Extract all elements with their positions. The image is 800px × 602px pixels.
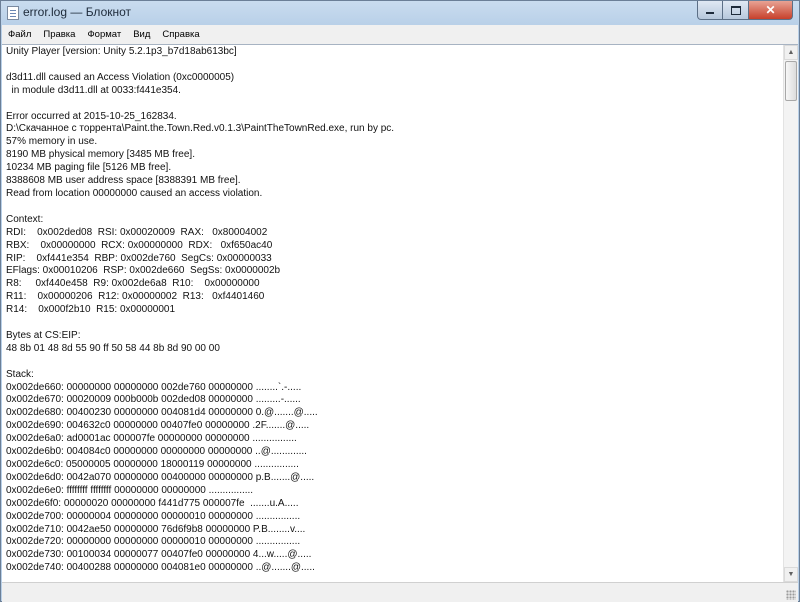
text-line: 0x002de6b0: 004084c0 00000000 00000000 0… — [6, 446, 307, 458]
text-line: 0x002de680: 00400230 00000000 004081d4 0… — [6, 407, 318, 419]
close-button[interactable]: ✕ — [749, 1, 793, 20]
vertical-scrollbar[interactable]: ▲ ▼ — [783, 45, 798, 582]
menu-file[interactable]: Файл — [2, 29, 37, 40]
text-line: R11: 0x00000206 R12: 0x00000002 R13: 0xf… — [6, 291, 265, 303]
scroll-up-button[interactable]: ▲ — [784, 45, 798, 60]
text-line: 8388608 MB user address space [8388391 M… — [6, 175, 241, 187]
text-line: 10234 MB paging file [5126 MB free]. — [6, 162, 172, 174]
text-line: Error occurred at 2015-10-25_162834. — [6, 110, 177, 122]
text-line: 0x002de670: 00020009 000b000b 002ded08 0… — [6, 394, 301, 406]
menu-edit[interactable]: Правка — [37, 29, 81, 40]
text-line: 0x002de660: 00000000 00000000 002de760 0… — [6, 381, 302, 393]
text-line: D:\Скачанное с торрента\Paint.the.Town.R… — [6, 123, 395, 135]
text-line: 0x002de6e0: ffffffff ffffffff 00000000 0… — [6, 484, 254, 496]
text-line: Context: — [6, 213, 44, 225]
text-line: 0x002de6f0: 00000020 00000000 f441d775 0… — [6, 497, 299, 509]
menu-format[interactable]: Формат — [81, 29, 127, 40]
minimize-button[interactable] — [697, 1, 723, 20]
maximize-icon — [730, 5, 741, 15]
text-line: 8190 MB physical memory [3485 MB free]. — [6, 149, 195, 161]
text-line: R8: 0xf440e458 R9: 0x002de6a8 R10: 0x000… — [6, 278, 260, 290]
text-line: R14: 0x000f2b10 R15: 0x00000001 — [6, 304, 176, 316]
text-line: 0x002de700: 00000004 00000000 00000010 0… — [6, 510, 301, 522]
resize-grip-icon[interactable] — [786, 590, 796, 600]
window-controls: ✕ — [697, 1, 793, 20]
close-icon: ✕ — [765, 3, 776, 17]
scroll-thumb[interactable] — [785, 61, 797, 101]
text-line: 0x002de6d0: 0042a070 00000000 00400000 0… — [6, 471, 315, 483]
menu-view[interactable]: Вид — [127, 29, 156, 40]
text-line: Stack: — [6, 368, 34, 380]
text-line: 0x002de710: 0042ae50 00000000 76d6f9b8 0… — [6, 523, 306, 535]
text-line: EFlags: 0x00010206 RSP: 0x002de660 SegSs… — [6, 265, 281, 277]
text-line: 0x002de6a0: ad0001ac 000007fe 00000000 0… — [6, 433, 297, 445]
notepad-icon[interactable] — [7, 6, 19, 20]
minimize-icon — [706, 12, 714, 14]
editor-content[interactable]: Unity Player [version: Unity 5.2.1p3_b7d… — [6, 46, 776, 575]
text-line: RBX: 0x00000000 RCX: 0x00000000 RDX: 0xf… — [6, 239, 273, 251]
text-line: Read from location 00000000 caused an ac… — [6, 187, 263, 199]
text-line: 0x002de720: 00000000 00000000 00000010 0… — [6, 536, 301, 548]
window-title: error.log — Блокнот — [23, 5, 132, 19]
text-line: Bytes at CS:EIP: — [6, 329, 81, 341]
arrow-down-icon: ▼ — [787, 571, 795, 578]
text-editor[interactable]: Unity Player [version: Unity 5.2.1p3_b7d… — [2, 44, 798, 582]
text-line: Unity Player [version: Unity 5.2.1p3_b7d… — [6, 46, 237, 57]
text-line: RDI: 0x002ded08 RSI: 0x00020009 RAX: 0x8… — [6, 226, 268, 238]
maximize-button[interactable] — [723, 1, 749, 20]
text-line: 57% memory in use. — [6, 136, 98, 148]
text-line: 0x002de740: 00400288 00000000 004081e0 0… — [6, 562, 315, 574]
text-line: RIP: 0xf441e354 RBP: 0x002de760 SegCs: 0… — [6, 252, 272, 264]
text-line: 0x002de6c0: 05000005 00000000 18000119 0… — [6, 459, 299, 470]
menu-help[interactable]: Справка — [156, 29, 205, 40]
text-line: 0x002de690: 004632c0 00000000 00407fe0 0… — [6, 420, 310, 432]
title-bar[interactable]: error.log — Блокнот ✕ — [1, 1, 799, 25]
text-line: d3d11.dll caused an Access Violation (0x… — [6, 71, 235, 83]
text-line: 0x002de730: 00100034 00000077 00407fe0 0… — [6, 549, 312, 561]
menu-bar: Файл Правка Формат Вид Справка — [2, 25, 798, 45]
arrow-up-icon: ▲ — [787, 49, 795, 56]
notepad-window: error.log — Блокнот ✕ Файл Правка Формат… — [0, 0, 800, 602]
text-line: 48 8b 01 48 8d 55 90 ff 50 58 44 8b 8d 9… — [6, 342, 220, 354]
text-line: in module d3d11.dll at 0033:f441e354. — [6, 84, 181, 96]
status-bar — [2, 582, 798, 602]
scroll-down-button[interactable]: ▼ — [784, 567, 798, 582]
